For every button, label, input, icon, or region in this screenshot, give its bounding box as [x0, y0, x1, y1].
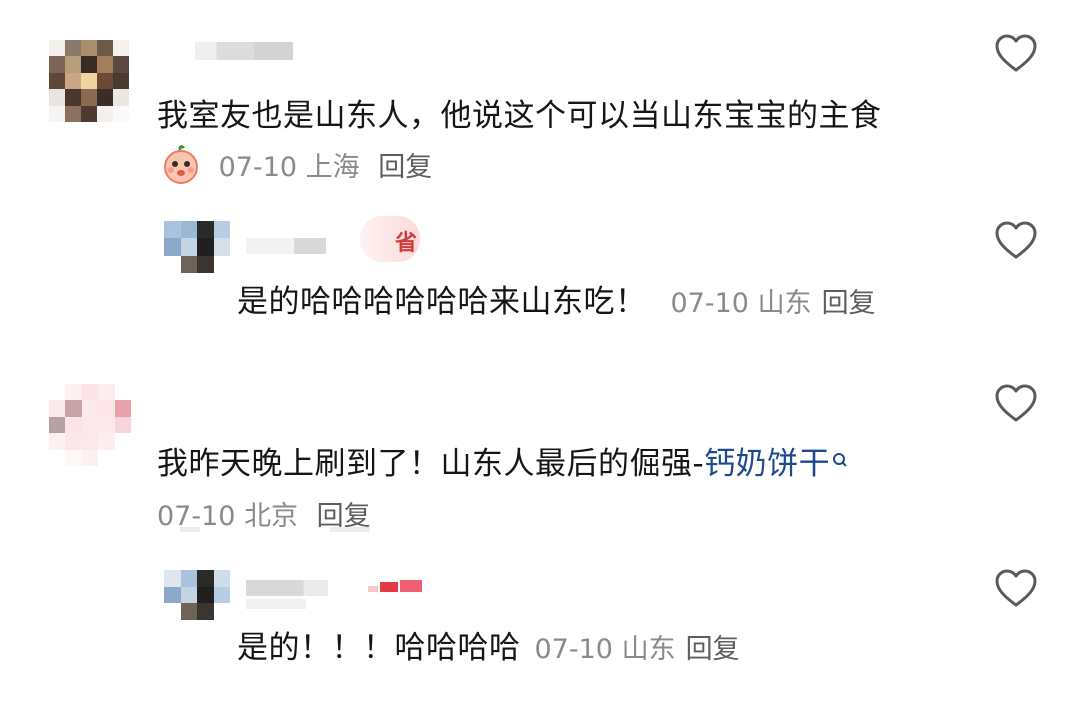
redaction-bar	[180, 527, 200, 532]
redaction-bar	[330, 527, 370, 532]
reply-button[interactable]: 回复	[686, 634, 740, 665]
comment-location: 上海	[305, 152, 360, 183]
username-redacted[interactable]	[246, 238, 326, 254]
search-icon[interactable]	[832, 440, 848, 476]
heart-outline-icon[interactable]	[994, 384, 1038, 424]
comment-date: 07-10	[534, 634, 613, 665]
reply-button[interactable]: 回复	[822, 288, 876, 319]
username-redacted	[246, 599, 306, 609]
comment-date: 07-10	[218, 152, 298, 183]
heart-outline-icon[interactable]	[994, 569, 1038, 609]
avatar[interactable]	[164, 570, 230, 620]
comment-text: 我室友也是山东人，他说这个可以当山东宝宝的主食	[157, 98, 882, 134]
reply-button[interactable]: 回复	[378, 152, 432, 183]
comment-meta: 07-10 上海 回复	[160, 145, 432, 192]
comment-location: 北京	[244, 501, 299, 532]
avatar[interactable]	[49, 40, 129, 122]
badge-icon: 省	[360, 216, 420, 262]
avatar[interactable]	[49, 384, 131, 466]
comment-meta: 07-10 山东 回复	[671, 288, 876, 319]
comment-date: 07-10	[670, 288, 749, 319]
heart-outline-icon[interactable]	[994, 34, 1038, 74]
comment-location: 山东	[757, 288, 812, 319]
heart-outline-icon[interactable]	[994, 221, 1038, 261]
search-link[interactable]: 钙奶饼干	[704, 446, 830, 482]
badge-icon	[368, 576, 428, 596]
comment-text: 是的！！！哈哈哈哈 07-10 山东 回复	[237, 630, 740, 666]
comment-text: 是的哈哈哈哈哈哈来山东吃！ 07-10 山东 回复	[237, 284, 876, 320]
comment-location: 山东	[621, 634, 676, 665]
username-redacted[interactable]	[195, 42, 293, 60]
avatar[interactable]	[164, 221, 230, 273]
peach-face-icon	[160, 145, 202, 192]
comment-meta: 07-10 山东 回复	[535, 634, 740, 665]
username-redacted[interactable]	[246, 580, 328, 596]
comment-text: 我昨天晚上刷到了！山东人最后的倔强-钙奶饼干	[157, 438, 848, 483]
